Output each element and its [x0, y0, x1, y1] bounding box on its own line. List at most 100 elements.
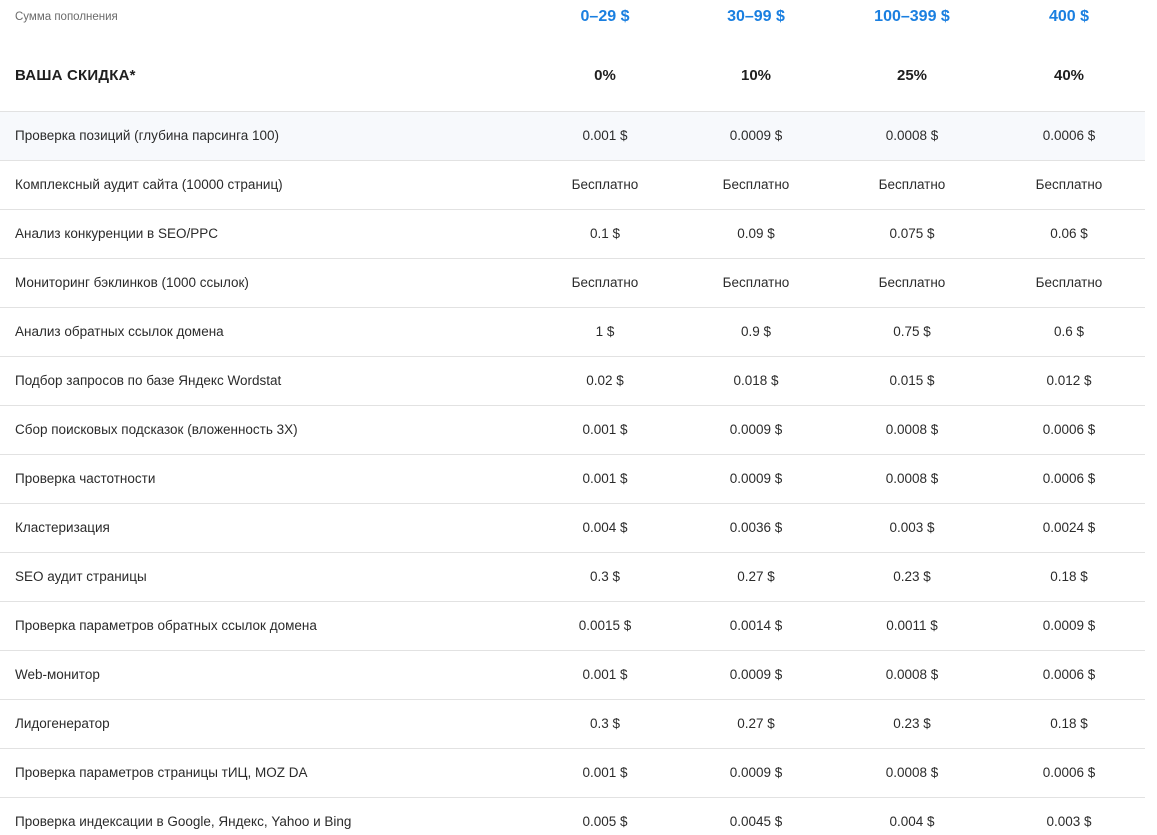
service-name: Комплексный аудит сайта (10000 страниц)	[15, 177, 283, 192]
price-cell: Бесплатно	[878, 275, 946, 290]
price-cell: 0.0009 $	[729, 422, 783, 437]
price-cell: 0.015 $	[889, 373, 935, 388]
price-cell: 0.0006 $	[1042, 422, 1096, 437]
amount-label: Сумма пополнения	[15, 11, 118, 23]
price-cell: 0.0008 $	[885, 128, 939, 143]
price-cell: 0.27 $	[737, 716, 775, 731]
price-cell: 0.27 $	[737, 569, 775, 584]
price-cell: 0.0006 $	[1042, 128, 1096, 143]
price-cell: 0.0011 $	[886, 618, 938, 633]
price-cell: 0.1 $	[589, 226, 621, 241]
service-name: Проверка частотности	[15, 471, 156, 486]
price-cell: 0.0009 $	[729, 765, 783, 780]
price-cell: 0.0008 $	[885, 471, 939, 486]
amount-tier-4: 400 $	[1048, 8, 1090, 25]
price-cell: 0.0008 $	[885, 765, 939, 780]
amount-tier-1: 0–29 $	[580, 8, 630, 25]
price-cell: 0.0036 $	[729, 520, 783, 535]
price-cell: 0.0014 $	[729, 618, 783, 633]
price-cell: 0.018 $	[733, 373, 779, 388]
pricing-table: Сумма пополнения 0–29 $ 30–99 $ 100–399 …	[0, 0, 1157, 835]
price-cell: 0.004 $	[889, 814, 935, 829]
table-row: Анализ обратных ссылок домена 1 $ 0.9 $ …	[0, 307, 1145, 357]
service-name: Проверка индексации в Google, Яндекс, Ya…	[15, 814, 352, 829]
service-name: Проверка позиций (глубина парсинга 100)	[15, 128, 280, 143]
price-cell: 0.075 $	[889, 226, 935, 241]
service-name: Кластеризация	[15, 520, 110, 535]
price-cell: 0.3 $	[589, 569, 621, 584]
price-cell: 0.0045 $	[729, 814, 783, 829]
table-row: Сбор поисковых подсказок (вложенность 3X…	[0, 405, 1145, 455]
table-row: SEO аудит страницы 0.3 $ 0.27 $ 0.23 $ 0…	[0, 552, 1145, 602]
price-cell: Бесплатно	[571, 275, 639, 290]
price-cell: 0.23 $	[893, 569, 931, 584]
table-row: Проверка индексации в Google, Яндекс, Ya…	[0, 797, 1145, 835]
price-cell: 0.003 $	[1046, 814, 1092, 829]
service-name: Подбор запросов по базе Яндекс Wordstat	[15, 373, 282, 388]
service-name: Web-монитор	[15, 667, 100, 682]
price-cell: 0.0024 $	[1042, 520, 1096, 535]
price-cell: 0.001 $	[582, 422, 628, 437]
table-row: Проверка позиций (глубина парсинга 100) …	[0, 111, 1145, 161]
table-row: Проверка параметров обратных ссылок доме…	[0, 601, 1145, 651]
discount-tier-3: 25%	[896, 67, 928, 84]
amount-tier-3: 100–399 $	[874, 8, 950, 25]
table-row: Web-монитор 0.001 $ 0.0009 $ 0.0008 $ 0.…	[0, 650, 1145, 700]
price-cell: 0.0006 $	[1042, 471, 1096, 486]
price-cell: 0.0008 $	[885, 422, 939, 437]
price-cell: 0.9 $	[740, 324, 772, 339]
price-cell: 0.0009 $	[1042, 618, 1096, 633]
table-row: Мониторинг бэклинков (1000 ссылок) Беспл…	[0, 258, 1145, 308]
price-cell: 0.3 $	[589, 716, 621, 731]
price-cell: 0.0009 $	[729, 471, 783, 486]
price-cell: 0.004 $	[582, 520, 628, 535]
header-discount-row: ВАША СКИДКА* 0% 10% 25% 40%	[0, 50, 1145, 102]
price-cell: 0.6 $	[1053, 324, 1085, 339]
service-name: Проверка параметров страницы тИЦ, MOZ DA	[15, 765, 308, 780]
price-cell: Бесплатно	[1035, 177, 1103, 192]
price-cell: 0.005 $	[582, 814, 628, 829]
discount-tier-4: 40%	[1053, 67, 1085, 84]
price-cell: 0.0006 $	[1042, 667, 1096, 682]
price-cell: 0.0015 $	[578, 618, 632, 633]
price-cell: 0.001 $	[582, 128, 628, 143]
price-cell: Бесплатно	[1035, 275, 1103, 290]
table-row: Комплексный аудит сайта (10000 страниц) …	[0, 160, 1145, 210]
price-cell: 0.18 $	[1050, 716, 1088, 731]
price-cell: 0.02 $	[586, 373, 624, 388]
table-row: Проверка параметров страницы тИЦ, MOZ DA…	[0, 748, 1145, 798]
service-name: Мониторинг бэклинков (1000 ссылок)	[15, 275, 249, 290]
price-cell: 0.0006 $	[1042, 765, 1096, 780]
price-cell: 0.001 $	[582, 765, 628, 780]
price-cell: 0.0008 $	[885, 667, 939, 682]
service-name: SEO аудит страницы	[15, 569, 147, 584]
price-cell: Бесплатно	[878, 177, 946, 192]
table-row: Лидогенератор 0.3 $ 0.27 $ 0.23 $ 0.18 $	[0, 699, 1145, 749]
table-row: Подбор запросов по базе Яндекс Wordstat …	[0, 356, 1145, 406]
discount-tier-1: 0%	[594, 67, 616, 84]
price-cell: 0.001 $	[582, 471, 628, 486]
price-cell: 1 $	[595, 324, 615, 339]
service-name: Анализ обратных ссылок домена	[15, 324, 224, 339]
price-cell: Бесплатно	[571, 177, 639, 192]
service-name: Проверка параметров обратных ссылок доме…	[15, 618, 317, 633]
price-cell: 0.0009 $	[729, 667, 783, 682]
table-row: Кластеризация 0.004 $ 0.0036 $ 0.003 $ 0…	[0, 503, 1145, 553]
price-cell: 0.23 $	[893, 716, 931, 731]
header-amounts-row: Сумма пополнения 0–29 $ 30–99 $ 100–399 …	[0, 0, 1145, 36]
price-cell: 0.0009 $	[729, 128, 783, 143]
table-row: Анализ конкуренции в SEO/PPC 0.1 $ 0.09 …	[0, 209, 1145, 259]
price-cell: 0.06 $	[1050, 226, 1088, 241]
price-cell: 0.18 $	[1050, 569, 1088, 584]
price-cell: 0.001 $	[582, 667, 628, 682]
discount-label: ВАША СКИДКА*	[15, 67, 136, 84]
table-row: Проверка частотности 0.001 $ 0.0009 $ 0.…	[0, 454, 1145, 504]
price-cell: Бесплатно	[722, 177, 790, 192]
price-cell: 0.75 $	[893, 324, 931, 339]
price-cell: 0.09 $	[737, 226, 775, 241]
amount-tier-2: 30–99 $	[727, 8, 785, 25]
service-name: Сбор поисковых подсказок (вложенность 3X…	[15, 422, 298, 437]
service-name: Лидогенератор	[15, 716, 110, 731]
service-name: Анализ конкуренции в SEO/PPC	[15, 226, 218, 241]
price-cell: 0.012 $	[1046, 373, 1092, 388]
